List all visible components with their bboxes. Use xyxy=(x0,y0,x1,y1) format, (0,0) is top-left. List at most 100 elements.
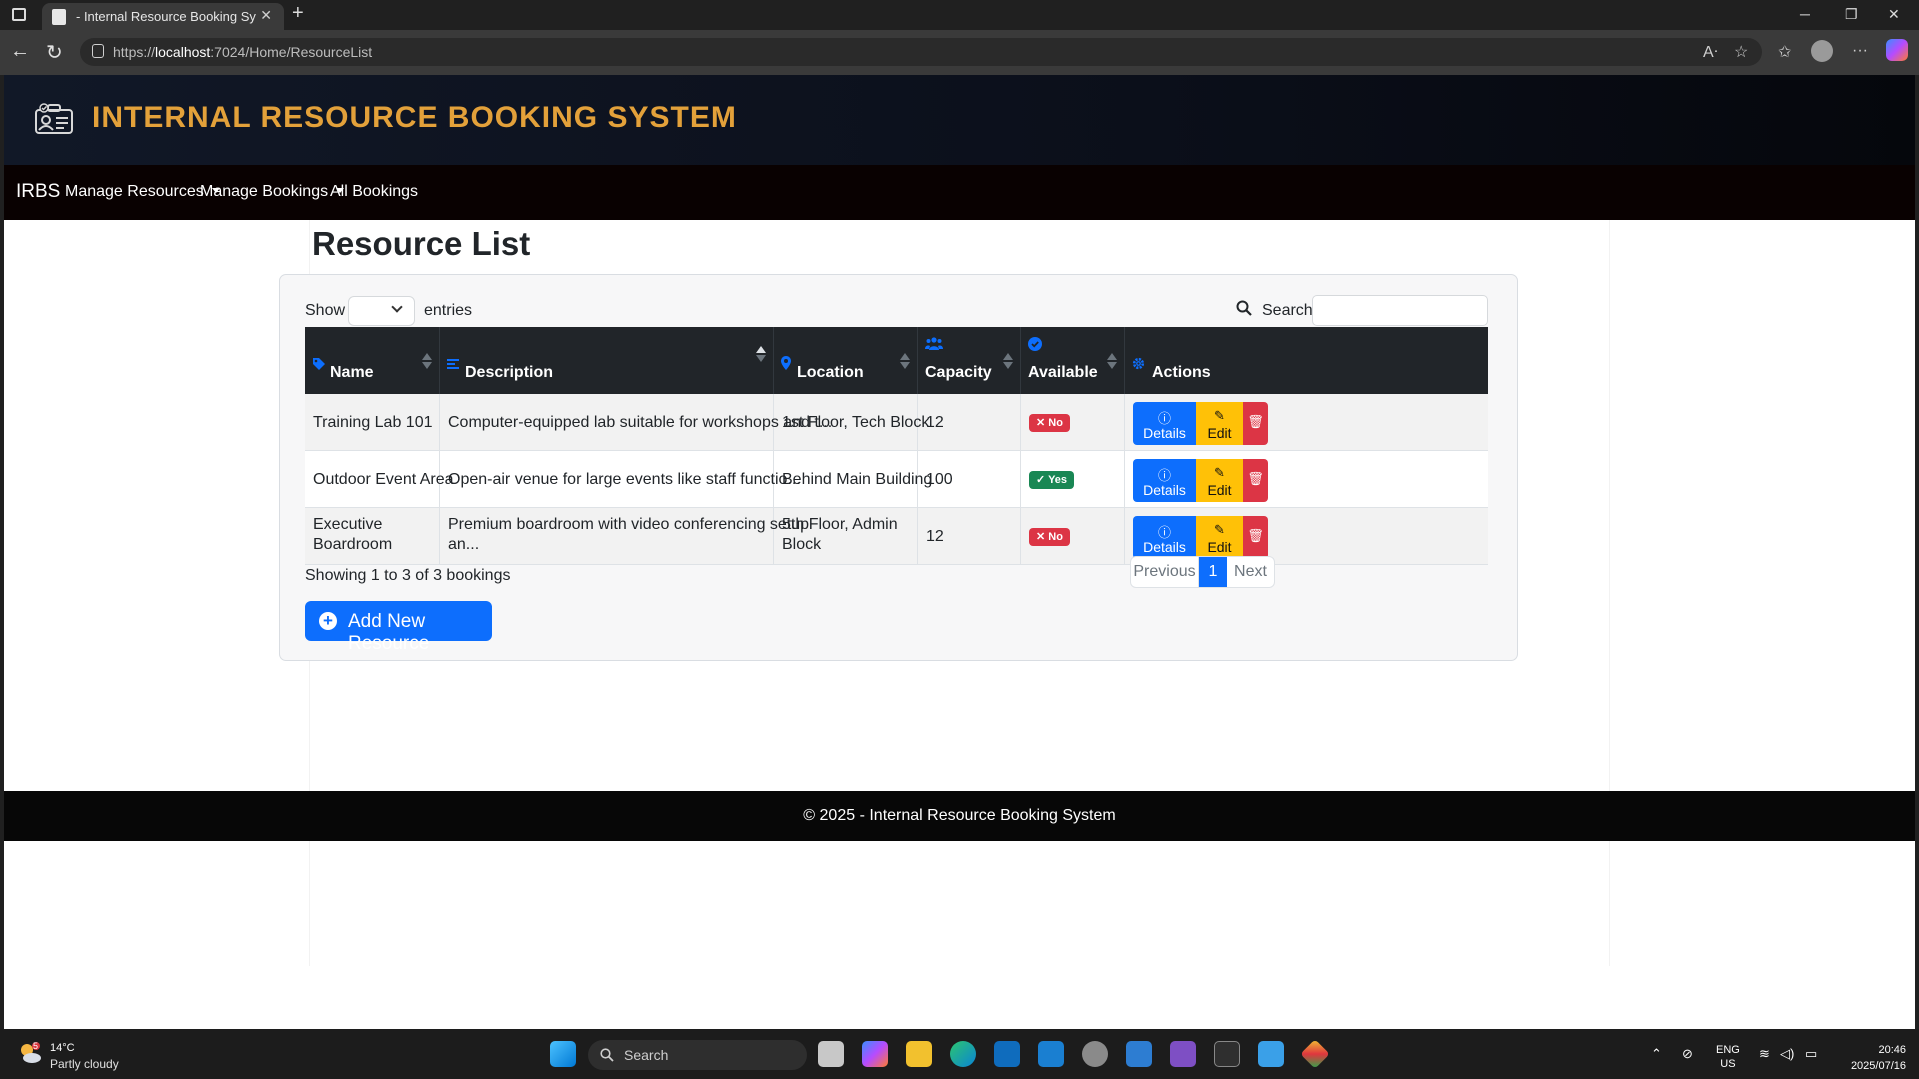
browser-tab[interactable]: - Internal Resource Booking Syste ✕ xyxy=(42,3,284,30)
cell-name: Training Lab 101 xyxy=(305,394,440,451)
outlook-icon[interactable] xyxy=(994,1041,1020,1067)
search-icon xyxy=(600,1048,614,1062)
plus-circle-icon: + xyxy=(319,612,337,630)
wifi-icon[interactable]: ≋ xyxy=(1759,1046,1770,1062)
table-row: Training Lab 101 Computer-equipped lab s… xyxy=(305,394,1488,451)
start-icon[interactable] xyxy=(550,1041,576,1067)
nav-manage-resources-label: Manage Resources xyxy=(65,183,204,200)
favorites-icon[interactable]: ✩ xyxy=(1778,42,1791,62)
copilot-icon[interactable] xyxy=(1886,39,1908,61)
column-label: Location xyxy=(797,364,864,381)
details-button[interactable]: ⓘ Details xyxy=(1133,402,1196,445)
cell-location: 5th Floor, Admin Block xyxy=(774,508,918,565)
cell-capacity: 12 xyxy=(918,508,1021,565)
photos-icon[interactable] xyxy=(1126,1041,1152,1067)
weather-temperature: 14°C xyxy=(50,1042,75,1054)
delete-button[interactable]: 🗑 xyxy=(1243,459,1268,502)
minimize-icon[interactable]: ─ xyxy=(1800,6,1810,22)
taskbar-search[interactable]: Search xyxy=(588,1040,807,1070)
add-new-resource-button[interactable]: + Add New Resource xyxy=(305,601,492,654)
entries-label: entries xyxy=(424,302,473,319)
close-window-icon[interactable]: ✕ xyxy=(1888,6,1900,23)
edit-icon: ✎ xyxy=(1214,522,1225,537)
column-header-name[interactable]: Name xyxy=(305,327,440,394)
back-icon[interactable]: ← xyxy=(10,40,30,63)
edit-button[interactable]: ✎ Edit xyxy=(1196,516,1243,559)
column-header-description[interactable]: Description xyxy=(440,327,774,394)
previous-page-button[interactable]: Previous xyxy=(1131,557,1199,587)
cell-description: Open-air venue for large events like sta… xyxy=(440,451,801,508)
git-client-icon[interactable] xyxy=(1300,1039,1330,1069)
nav-all-bookings[interactable]: All Bookings xyxy=(330,183,418,201)
gear-icon xyxy=(1132,357,1145,370)
pagination: Previous 1 Next xyxy=(1130,556,1275,588)
sort-icon xyxy=(1003,353,1013,369)
terminal-icon[interactable] xyxy=(1214,1041,1240,1067)
sort-icon xyxy=(422,353,432,369)
partly-cloudy-icon[interactable] xyxy=(18,1042,42,1064)
nav-manage-resources[interactable]: Manage Resources xyxy=(65,183,220,201)
new-tab-icon[interactable]: + xyxy=(292,2,304,25)
copilot-app-icon[interactable] xyxy=(862,1041,888,1067)
system-clock[interactable]: 20:46 2025/07/16 xyxy=(1836,1042,1906,1074)
language-indicator[interactable]: ENG US xyxy=(1716,1043,1740,1071)
nav-manage-bookings[interactable]: Manage Bookings xyxy=(200,183,345,201)
cell-available: ✕ No xyxy=(1021,394,1125,451)
cell-actions: ⓘ Details ✎ Edit 🗑 xyxy=(1125,451,1274,508)
chevron-down-icon xyxy=(391,301,403,313)
edge-icon[interactable] xyxy=(950,1041,976,1067)
site-footer: © 2025 - Internal Resource Booking Syste… xyxy=(4,791,1915,841)
reload-icon[interactable]: ↻ xyxy=(46,40,63,65)
cell-available: ✕ No xyxy=(1021,508,1125,565)
column-header-available[interactable]: Available xyxy=(1021,327,1125,394)
show-hidden-icons-icon[interactable]: ⌃ xyxy=(1651,1046,1662,1062)
site-info-icon[interactable] xyxy=(92,44,104,58)
entries-per-page-select[interactable] xyxy=(348,296,415,326)
restore-icon[interactable]: ❐ xyxy=(1845,6,1858,23)
delete-button[interactable]: 🗑 xyxy=(1243,516,1268,559)
url-field[interactable]: https://localhost:7024/Home/ResourceList xyxy=(80,38,1762,66)
search-icon xyxy=(1236,300,1252,316)
cell-location: 1st Floor, Tech Block xyxy=(774,394,929,451)
url-path: :7024/Home/ResourceList xyxy=(210,44,373,60)
table-header: Name Description Location Capacity Avail xyxy=(305,327,1488,394)
more-options-icon[interactable]: ··· xyxy=(1852,42,1868,60)
column-label: Name xyxy=(330,364,374,381)
tab-title: - Internal Resource Booking Syste xyxy=(76,9,256,24)
cell-location: Behind Main Building xyxy=(774,451,932,508)
align-left-icon xyxy=(447,359,459,369)
column-header-capacity[interactable]: Capacity xyxy=(918,327,1021,394)
profile-avatar[interactable] xyxy=(1811,40,1833,62)
settings-icon[interactable] xyxy=(1082,1041,1108,1067)
visual-studio-icon[interactable] xyxy=(1170,1041,1196,1067)
page-1-button[interactable]: 1 xyxy=(1199,557,1227,587)
sort-icon xyxy=(1107,353,1117,369)
navbar-brand[interactable]: IRBS xyxy=(16,181,60,203)
task-view-icon[interactable] xyxy=(818,1041,844,1067)
edit-button[interactable]: ✎ Edit xyxy=(1196,402,1243,445)
details-button[interactable]: ⓘ Details xyxy=(1133,516,1196,559)
close-tab-icon[interactable]: ✕ xyxy=(260,7,272,24)
file-explorer-icon[interactable] xyxy=(906,1041,932,1067)
check-circle-icon xyxy=(1028,337,1042,351)
window-menu-icon[interactable] xyxy=(12,8,26,21)
sort-icon xyxy=(900,353,910,369)
cell-description: Premium boardroom with video conferencin… xyxy=(440,508,809,565)
details-button[interactable]: ⓘ Details xyxy=(1133,459,1196,502)
page-title: Resource List xyxy=(312,225,531,262)
tag-icon xyxy=(313,358,325,370)
column-header-location[interactable]: Location xyxy=(774,327,918,394)
favorite-star-icon[interactable]: ☆ xyxy=(1734,42,1748,62)
notepad-icon[interactable] xyxy=(1258,1041,1284,1067)
battery-icon[interactable]: ▭ xyxy=(1805,1046,1817,1062)
network-status-icon[interactable]: ⊘ xyxy=(1682,1046,1693,1062)
delete-button[interactable]: 🗑 xyxy=(1243,402,1268,445)
table-search-input[interactable] xyxy=(1312,295,1488,326)
volume-icon[interactable]: ◁) xyxy=(1780,1046,1794,1062)
table-row: Outdoor Event Area Open-air venue for la… xyxy=(305,451,1488,508)
next-page-button[interactable]: Next xyxy=(1227,557,1274,587)
devtools-icon[interactable] xyxy=(1038,1041,1064,1067)
table-row: Executive Boardroom Premium boardroom wi… xyxy=(305,508,1488,565)
read-aloud-icon[interactable]: Aᐧ xyxy=(1703,42,1718,62)
edit-button[interactable]: ✎ Edit xyxy=(1196,459,1243,502)
